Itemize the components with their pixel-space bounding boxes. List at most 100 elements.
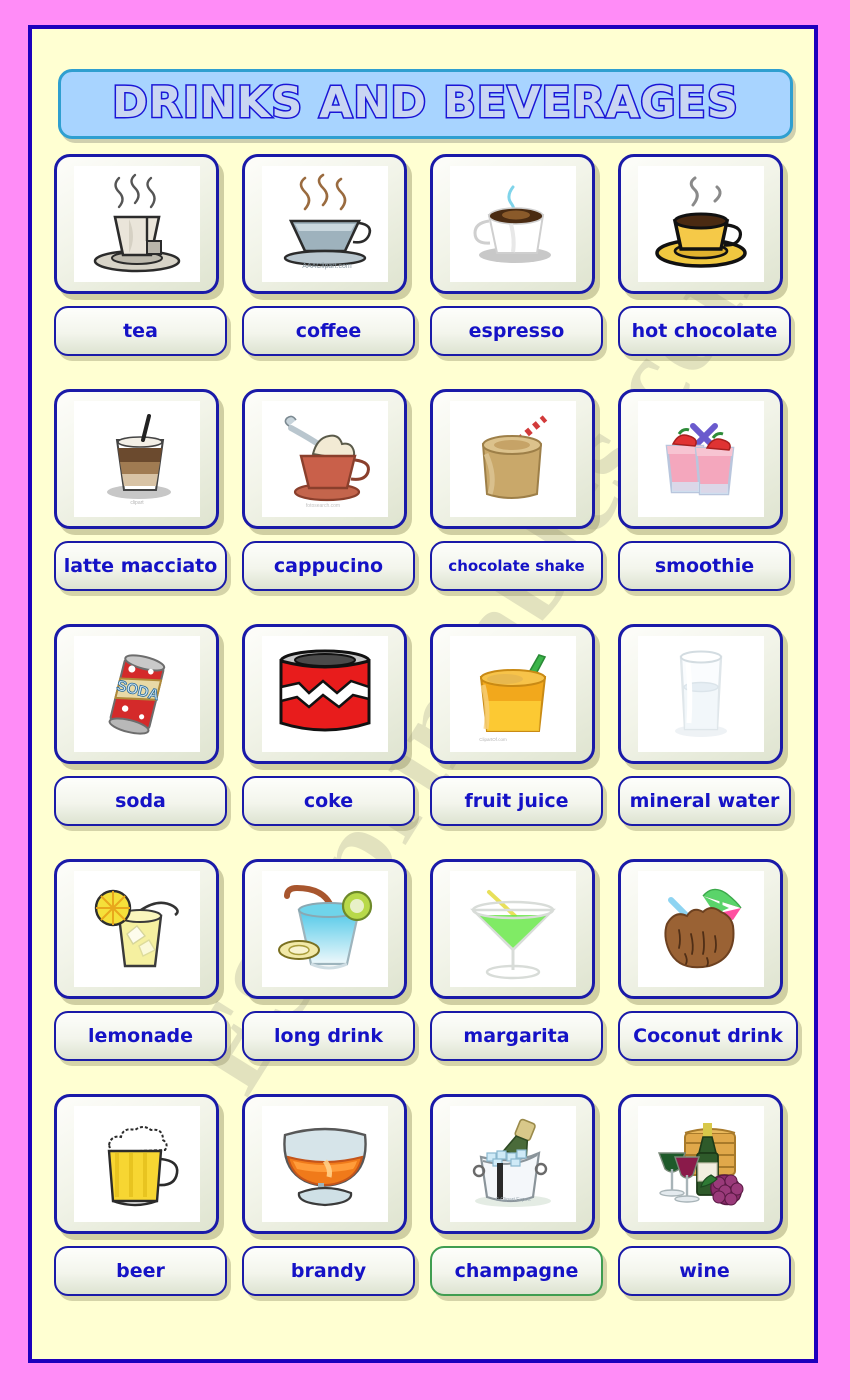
label-box: champagne <box>430 1246 603 1296</box>
label-box: fruit juice <box>430 776 603 826</box>
label-box: coffee <box>242 306 415 356</box>
vocab-label: coffee <box>295 320 362 342</box>
vocab-card-espresso[interactable]: espresso <box>430 154 606 356</box>
vocab-card-coconut-drink[interactable]: Coconut drink <box>618 859 798 1061</box>
brandy-snifter-icon <box>282 1127 367 1207</box>
vocab-label: lemonade <box>87 1025 194 1047</box>
picture-box <box>242 1094 407 1234</box>
picture-box: fotosearch.com <box>242 389 407 529</box>
label-box: smoothie <box>618 541 791 591</box>
vocab-label: fruit juice <box>464 790 569 812</box>
label-box: espresso <box>430 306 603 356</box>
grid-row: tea AAAClipart.com coffee espresso hot c… <box>54 154 804 389</box>
picture-box <box>242 624 407 764</box>
water-glass-icon <box>674 650 727 737</box>
vocab-label: cappucino <box>273 555 384 577</box>
grid-row: beer brandy © Clipart Expert champagne w… <box>54 1094 804 1329</box>
vocab-label: margarita <box>463 1025 570 1047</box>
wine-bottle-icon <box>657 1123 743 1206</box>
svg-text:clipart: clipart <box>130 500 144 506</box>
vocab-card-hot-chocolate[interactable]: hot chocolate <box>618 154 794 356</box>
vocab-label: latte macciato <box>63 555 218 577</box>
vocab-card-tea[interactable]: tea <box>54 154 230 356</box>
hot-chocolate-icon <box>654 176 747 268</box>
vocabulary-grid: tea AAAClipart.com coffee espresso hot c… <box>54 154 804 1329</box>
picture-box <box>618 154 783 294</box>
vocab-label: smoothie <box>654 555 755 577</box>
picture-box <box>618 859 783 999</box>
picture-box <box>618 1094 783 1234</box>
vocab-card-soda[interactable]: SODA soda <box>54 624 230 826</box>
vocab-card-brandy[interactable]: brandy <box>242 1094 418 1296</box>
picture-box <box>54 1094 219 1234</box>
coconut-drink-icon <box>663 888 742 969</box>
vocab-label: wine <box>679 1260 730 1282</box>
vocab-card-margarita[interactable]: margarita <box>430 859 606 1061</box>
label-box: beer <box>54 1246 227 1296</box>
vocab-label: tea <box>123 320 158 342</box>
label-box: margarita <box>430 1011 603 1061</box>
picture-box: AAAClipart.com <box>242 154 407 294</box>
vocab-card-coke[interactable]: coke <box>242 624 418 826</box>
label-box: brandy <box>242 1246 415 1296</box>
picture-box: SODA <box>54 624 219 764</box>
label-box: latte macciato <box>54 541 227 591</box>
grid-row: clipart latte macciato fotosearch.com ca… <box>54 389 804 624</box>
vocab-card-coffee[interactable]: AAAClipart.com coffee <box>242 154 418 356</box>
cappucino-cup-icon: fotosearch.com <box>284 415 370 509</box>
fruit-juice-icon: ClipartOf.com <box>479 654 546 742</box>
vocab-label: soda <box>115 790 166 812</box>
svg-text:fotosearch.com: fotosearch.com <box>305 503 339 509</box>
picture-box <box>54 154 219 294</box>
label-box: tea <box>54 306 227 356</box>
vocab-card-cappucino[interactable]: fotosearch.com cappucino <box>242 389 418 591</box>
vocab-label: coke <box>303 790 354 812</box>
vocab-card-chocolate-shake[interactable]: chocolate shake <box>430 389 606 591</box>
svg-text:© Clipart Expert: © Clipart Expert <box>495 1196 531 1203</box>
vocab-card-latte-macciato[interactable]: clipart latte macciato <box>54 389 230 591</box>
label-box: mineral water <box>618 776 791 826</box>
label-box: wine <box>618 1246 791 1296</box>
vocab-card-beer[interactable]: beer <box>54 1094 230 1296</box>
coke-can-icon <box>279 649 370 732</box>
title-banner: DRINKS AND BEVERAGES <box>58 69 793 139</box>
vocab-label: espresso <box>468 320 565 342</box>
vocab-card-fruit-juice[interactable]: ClipartOf.com fruit juice <box>430 624 606 826</box>
vocab-card-lemonade[interactable]: lemonade <box>54 859 230 1061</box>
label-box: chocolate shake <box>430 541 603 591</box>
picture-box <box>430 389 595 529</box>
picture-box: ClipartOf.com <box>430 624 595 764</box>
picture-box: © Clipart Expert <box>430 1094 595 1234</box>
vocab-card-mineral-water[interactable]: mineral water <box>618 624 794 826</box>
picture-box <box>430 859 595 999</box>
grid-row: lemonade long drink margarita Coconut dr… <box>54 859 804 1094</box>
picture-box <box>430 154 595 294</box>
espresso-cup-icon <box>472 185 551 263</box>
smoothie-glasses-icon <box>665 423 734 496</box>
vocab-card-smoothie[interactable]: smoothie <box>618 389 794 591</box>
vocab-label: hot chocolate <box>631 320 778 342</box>
svg-text:ClipartOf.com: ClipartOf.com <box>479 737 507 742</box>
picture-box: clipart <box>54 389 219 529</box>
beer-mug-icon <box>107 1126 178 1207</box>
lemonade-glass-icon <box>94 889 179 968</box>
soda-can-icon: SODA <box>108 654 165 735</box>
label-box: long drink <box>242 1011 415 1061</box>
vocab-label: beer <box>116 1260 165 1282</box>
page-title: DRINKS AND BEVERAGES <box>111 77 740 130</box>
coffee-cup-icon: AAAClipart.com <box>283 173 371 270</box>
picture-box <box>54 859 219 999</box>
vocab-label: champagne <box>454 1260 579 1282</box>
picture-box <box>618 389 783 529</box>
vocab-card-long-drink[interactable]: long drink <box>242 859 418 1061</box>
vocab-card-champagne[interactable]: © Clipart Expert champagne <box>430 1094 606 1296</box>
vocab-label: mineral water <box>629 790 780 812</box>
label-box: coke <box>242 776 415 826</box>
chocolate-shake-icon <box>481 415 547 499</box>
label-box: hot chocolate <box>618 306 791 356</box>
worksheet-sheet: ESLprintables.com DRINKS AND BEVERAGES <box>28 25 818 1363</box>
latte-glass-icon: clipart <box>106 414 171 506</box>
tea-cup-icon <box>93 173 180 273</box>
label-box: lemonade <box>54 1011 227 1061</box>
vocab-card-wine[interactable]: wine <box>618 1094 794 1296</box>
